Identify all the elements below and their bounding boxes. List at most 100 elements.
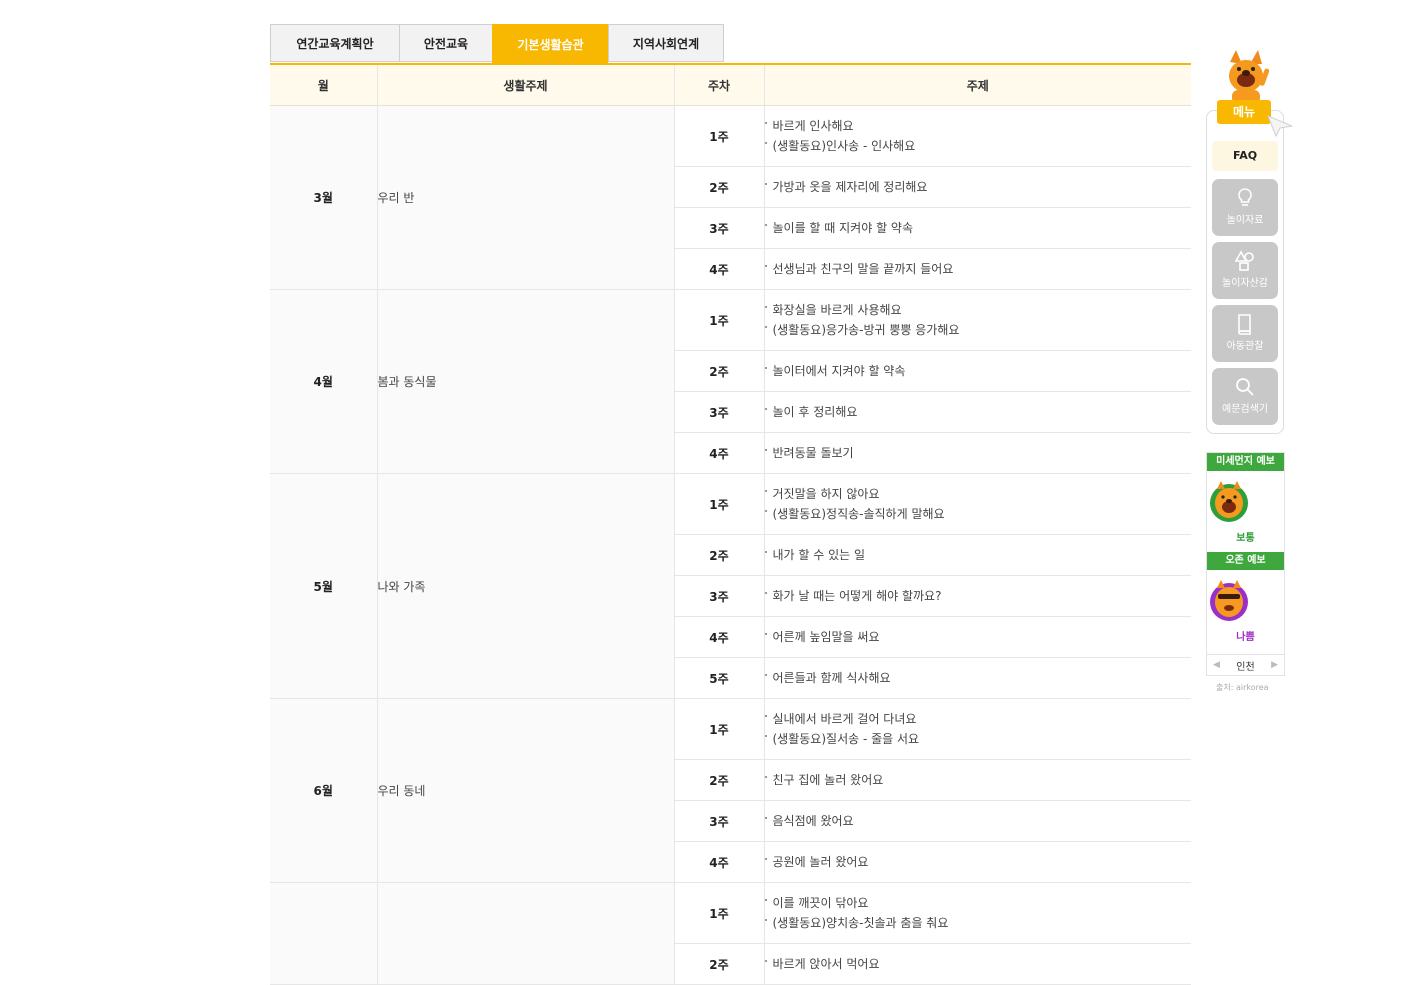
topic-item: 선생님과 친구의 말을 끝까지 들어요 <box>764 259 1192 279</box>
tab-community[interactable]: 지역사회연계 <box>608 24 724 62</box>
topic-cell: 음식점에 왔어요 <box>764 800 1192 842</box>
topic-item: 화가 날 때는 어떻게 해야 할까요? <box>764 586 1192 606</box>
table-row: 3월 우리 반 1주 바르게 인사해요 (생활동요)인사송 - 인사해요 <box>270 105 1192 290</box>
topic-cell: 화장실을 바르게 사용해요 (생활동요)응가송-방귀 뿡뿡 응가해요 <box>764 289 1192 351</box>
life-theme-cell <box>377 882 675 985</box>
topic-cell: 놀이터에서 지켜야 할 약속 <box>764 350 1192 392</box>
week-cell: 2주 <box>674 350 765 392</box>
topic-item: 화장실을 바르게 사용해요 <box>764 300 1192 320</box>
tab-safety-education[interactable]: 안전교육 <box>399 24 492 62</box>
topic-cell: 바르게 앉아서 먹어요 <box>764 943 1192 985</box>
book-icon <box>1238 314 1251 335</box>
topic-item: 거짓말을 하지 않아요 <box>764 484 1192 504</box>
pointer-cursor-icon <box>1267 115 1294 138</box>
life-theme-cell: 우리 동네 <box>377 698 675 883</box>
table-row: 1주 이를 깨끗이 닦아요 (생활동요)양치송-칫솔과 춤을 춰요 <box>270 882 1192 985</box>
topic-item: 놀이를 할 때 지켜야 할 약속 <box>764 218 1192 238</box>
data-source-text: 출처: airkorea <box>1216 683 1269 692</box>
topic-item: 내가 할 수 있는 일 <box>764 545 1192 565</box>
month-cell: 6월 <box>270 698 378 883</box>
lightbulb-icon <box>1238 188 1252 206</box>
header-month: 월 <box>270 64 378 106</box>
topic-cell: 바르게 인사해요 (생활동요)인사송 - 인사해요 <box>764 105 1192 167</box>
table-row: 6월 우리 동네 1주 실내에서 바르게 걸어 다녀요 (생활동요)질서송 - 줄을 서… <box>270 698 1192 883</box>
topic-cell: 거짓말을 하지 않아요 (생활동요)정직송-솔직하게 말해요 <box>764 473 1192 535</box>
prev-region-icon[interactable]: ◀ <box>1207 660 1226 670</box>
topic-cell: 내가 할 수 있는 일 <box>764 534 1192 576</box>
week-cell: 2주 <box>674 759 765 801</box>
topic-item: (생활동요)질서송 - 줄을 서요 <box>764 729 1192 749</box>
ozone-status: 나쁨 <box>1236 632 1255 643</box>
table-body: 3월 우리 반 1주 바르게 인사해요 (생활동요)인사송 - 인사해요 2주 가방과 옷을… <box>270 105 1192 985</box>
topic-item: 놀이 후 정리해요 <box>764 402 1192 422</box>
topic-item: 음식점에 왔어요 <box>764 811 1192 831</box>
topic-item: 어른께 높임말을 써요 <box>764 627 1192 647</box>
topic-cell: 공원에 놀러 왔어요 <box>764 841 1192 883</box>
topic-item: 놀이터에서 지켜야 할 약속 <box>764 361 1192 381</box>
topic-cell: 반려동물 돌보기 <box>764 432 1192 474</box>
faq-button[interactable]: FAQ <box>1212 141 1278 171</box>
week-cell: 1주 <box>674 105 765 167</box>
tab-basic-habits[interactable]: 기본생활습관 <box>492 24 608 64</box>
week-cell: 4주 <box>674 432 765 474</box>
week-cell: 3주 <box>674 207 765 249</box>
region-selector: ◀ 인천 ▶ <box>1207 654 1284 675</box>
topic-cell: 놀이를 할 때 지켜야 할 약속 <box>764 207 1192 249</box>
menu-badge[interactable]: 메뉴 <box>1217 100 1271 124</box>
life-theme-cell: 나와 가족 <box>377 473 675 699</box>
child-observation-label: 아동관찰 <box>1226 341 1264 352</box>
table-row: 5월 나와 가족 1주 거짓말을 하지 않아요 (생활동요)정직송-솔직하게 말해요 <box>270 473 1192 699</box>
topic-item: (생활동요)응가송-방귀 뿡뿡 응가해요 <box>764 320 1192 340</box>
month-cell: 5월 <box>270 473 378 699</box>
topic-cell: 실내에서 바르게 걸어 다녀요 (생활동요)질서송 - 줄을 서요 <box>764 698 1192 760</box>
week-cell: 3주 <box>674 391 765 433</box>
week-cell: 2주 <box>674 943 765 985</box>
play-asset-button[interactable]: 놀이자산감 <box>1212 242 1278 299</box>
next-region-icon[interactable]: ▶ <box>1265 660 1284 670</box>
curriculum-table: 월 생활주제 주차 주제 3월 우리 반 1주 바르게 인사해요 (생활동요)인사송 -… <box>270 63 1191 985</box>
topic-item: 실내에서 바르게 걸어 다녀요 <box>764 709 1192 729</box>
header-topic: 주제 <box>764 64 1191 106</box>
play-material-button[interactable]: 놀이자료 <box>1212 179 1278 236</box>
week-cell: 1주 <box>674 882 765 944</box>
header-week: 주차 <box>674 64 765 106</box>
topic-item: 반려동물 돌보기 <box>764 443 1192 463</box>
topic-item: 바르게 앉아서 먹어요 <box>764 954 1192 974</box>
week-cell: 2주 <box>674 534 765 576</box>
ozone-forecast-title: 오존 예보 <box>1207 552 1284 570</box>
topic-item: 이를 깨끗이 닦아요 <box>764 893 1192 913</box>
topic-item: 바르게 인사해요 <box>764 116 1192 136</box>
topic-item: (생활동요)인사송 - 인사해요 <box>764 136 1192 156</box>
topic-item: 어른들과 함께 식사해요 <box>764 668 1192 688</box>
topic-cell: 가방과 옷을 제자리에 정리해요 <box>764 166 1192 208</box>
shapes-icon <box>1234 250 1254 271</box>
week-cell: 3주 <box>674 800 765 842</box>
topic-item: 공원에 놀러 왔어요 <box>764 852 1192 872</box>
play-asset-label: 놀이자산감 <box>1222 278 1268 289</box>
tab-bar: 연간교육계획안 안전교육 기본생활습관 지역사회연계 <box>270 24 724 64</box>
dust-forecast-title: 미세먼지 예보 <box>1207 453 1284 471</box>
topic-item: (생활동요)정직송-솔직하게 말해요 <box>764 504 1192 524</box>
table-header-row: 월 생활주제 주차 주제 <box>270 64 1191 106</box>
life-theme-cell: 봄과 동식물 <box>377 289 675 474</box>
table-row: 4월 봄과 동식물 1주 화장실을 바르게 사용해요 (생활동요)응가송-방귀 뿡뿡 응… <box>270 289 1192 474</box>
week-cell: 2주 <box>674 166 765 208</box>
ozone-mascot-icon <box>1210 580 1248 621</box>
header-theme: 생활주제 <box>377 64 675 106</box>
menu-panel: FAQ 놀이자료 놀이자산감 아동관찰 예문검색기 <box>1206 110 1284 434</box>
topic-cell: 놀이 후 정리해요 <box>764 391 1192 433</box>
topic-item: 가방과 옷을 제자리에 정리해요 <box>764 177 1192 197</box>
week-cell: 1주 <box>674 473 765 535</box>
air-quality-widget: 미세먼지 예보 보통 오존 예보 나쁨 ◀ 인천 ▶ <box>1206 452 1285 676</box>
month-cell: 4월 <box>270 289 378 474</box>
week-cell: 1주 <box>674 698 765 760</box>
week-cell: 5주 <box>674 657 765 699</box>
week-cell: 4주 <box>674 248 765 290</box>
search-icon <box>1236 378 1254 396</box>
topic-cell: 친구 집에 놀러 왔어요 <box>764 759 1191 801</box>
example-search-button[interactable]: 예문검색기 <box>1212 368 1278 425</box>
child-observation-button[interactable]: 아동관찰 <box>1212 305 1278 362</box>
topic-item: (생활동요)양치송-칫솔과 춤을 춰요 <box>764 913 1192 933</box>
tab-annual-plan[interactable]: 연간교육계획안 <box>270 24 399 62</box>
topic-cell: 화가 날 때는 어떻게 해야 할까요? <box>764 575 1192 617</box>
